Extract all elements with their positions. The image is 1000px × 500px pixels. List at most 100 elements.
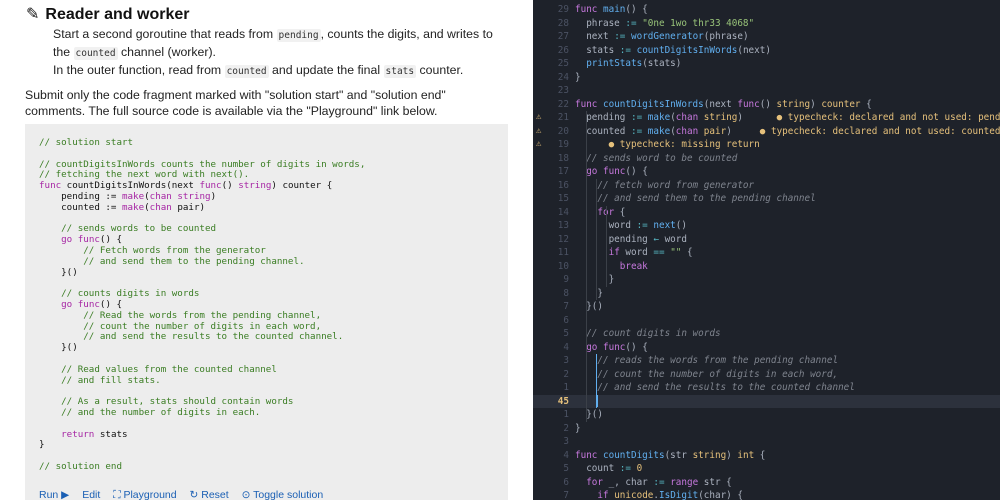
editor-line-code: } <box>575 274 615 285</box>
editor-line[interactable]: 6 for _, char := range str { <box>533 476 1000 490</box>
editor-line[interactable]: 4 func countDigits(str string) int { <box>533 449 1000 463</box>
editor-line[interactable]: 2} <box>533 422 1000 436</box>
editor-line[interactable]: 1 // and send the results to the counted… <box>533 381 1000 395</box>
template-code: // solution start // countDigitsInWords … <box>39 137 366 472</box>
editor-line[interactable]: 3 // reads the words from the pending ch… <box>533 354 1000 368</box>
editor-line-code: // and send them to the pending channel <box>597 193 816 204</box>
editor-line[interactable]: 14 for { <box>533 206 1000 220</box>
line-number: 16 <box>557 179 569 191</box>
line-number: 3 <box>563 355 569 366</box>
line-number: 4 <box>563 449 569 461</box>
editor-line[interactable]: 10 break <box>533 260 1000 274</box>
template-code-block: // solution start // countDigitsInWords … <box>25 124 508 500</box>
line-number: 11 <box>557 247 569 258</box>
line-number: 7 <box>563 301 569 312</box>
editor-line[interactable]: 25 printStats(stats) <box>533 57 1000 71</box>
line-number: 1 <box>563 382 569 393</box>
editor-line[interactable]: 22 func countDigitsInWords(next func() st… <box>533 98 1000 112</box>
submit-instructions: Submit only the code fragment marked wit… <box>25 88 446 118</box>
editor-line[interactable]: 12 pending ← word <box>533 233 1000 247</box>
editor-line-code: }() <box>575 409 603 420</box>
line-number: 14 <box>557 206 569 218</box>
indent-guide <box>606 205 607 287</box>
line-number: 5 <box>563 463 569 474</box>
editor-line[interactable]: 23 <box>533 84 1000 98</box>
editor-line[interactable]: 9 } <box>533 273 1000 287</box>
editor-line-code: for _, char := range str { <box>586 476 732 488</box>
line-number: 18 <box>557 152 569 164</box>
editor-line[interactable]: 26 stats := countDigitsInWords(next) <box>533 44 1000 58</box>
editor-line-code: // count the number of digits in each wo… <box>597 368 839 380</box>
toggle-solution-button[interactable]: ⊙ Toggle solution <box>242 489 324 500</box>
editor-line[interactable]: 7 if unicode.IsDigit(char) { <box>533 489 1000 500</box>
editor-line-code: printStats(stats) <box>586 58 682 69</box>
editor-line[interactable]: 4 go func() { <box>533 341 1000 355</box>
editor-line[interactable]: 27 next := wordGenerator(phrase) <box>533 30 1000 44</box>
line-number: 19 <box>557 139 569 150</box>
editor-line-code: word := next() <box>608 220 687 231</box>
edit-button[interactable]: Edit <box>82 489 100 500</box>
editor-line[interactable]: 3 <box>533 435 1000 449</box>
editor-line-code: func countDigits(str string) int { <box>575 449 766 461</box>
playground-link[interactable]: ⛶ Playground <box>113 489 176 500</box>
reset-button[interactable]: ↻ Reset <box>190 489 229 500</box>
editor-line[interactable]: 5 count := 0 <box>533 462 1000 476</box>
line-number: 23 <box>557 85 569 96</box>
line-number: 29 <box>557 4 569 15</box>
editor-line[interactable]: ⚠ 20 counted := make(chan pair) ● typeche… <box>533 125 1000 139</box>
editor-line-code: }() <box>575 301 603 312</box>
code-toolbar: Run ▶ Edit ⛶ Playground ↻ Reset ⊙ Toggle… <box>39 489 333 500</box>
code-editor[interactable]: 29 func main() {28 phrase := "0ne 1wo thr… <box>533 0 1000 500</box>
line-number: 4 <box>563 341 569 353</box>
lesson-heading-text: Reader and worker <box>45 6 190 23</box>
lesson-panel: ✎ Reader and worker Start a second gorout… <box>0 0 533 500</box>
editor-line[interactable]: 29 func main() { <box>533 3 1000 17</box>
editor-line-code: ● typecheck: missing return <box>608 139 760 150</box>
line-number: 2 <box>563 368 569 380</box>
line-number: 6 <box>563 476 569 488</box>
line-number: 26 <box>557 44 569 56</box>
editor-line[interactable]: 1 }() <box>533 408 1000 422</box>
line-number: 21 <box>557 112 569 123</box>
line-number: 1 <box>563 409 569 420</box>
editor-line[interactable]: 2 // count the number of digits in each … <box>533 368 1000 382</box>
editor-line[interactable]: 45 <box>533 394 1000 408</box>
line-number: 24 <box>557 71 569 83</box>
editor-line-code: pending ← word <box>575 233 687 245</box>
line-number: 22 <box>557 98 569 110</box>
line-number: 12 <box>557 233 569 245</box>
editor-line-code: phrase := "0ne 1wo thr33 4068" <box>575 17 755 29</box>
editor-line[interactable]: 16 // fetch word from generator <box>533 179 1000 193</box>
editor-line[interactable]: ⚠ 19 ● typecheck: missing return <box>533 138 1000 152</box>
editor-line[interactable]: ⚠ 21 pending := make(chan string) ● typec… <box>533 111 1000 125</box>
lesson-heading: ✎ Reader and worker <box>26 4 189 24</box>
editor-line-code: next := wordGenerator(phrase) <box>575 31 749 42</box>
editor-line[interactable]: 28 phrase := "0ne 1wo thr33 4068" <box>533 17 1000 31</box>
editor-line-code: if unicode.IsDigit(char) { <box>597 490 743 500</box>
editor-line[interactable]: 8 } <box>533 287 1000 301</box>
editor-line[interactable]: 24} <box>533 71 1000 85</box>
editor-line[interactable]: 15 // and send them to the pending chann… <box>533 192 1000 206</box>
line-number: 8 <box>563 287 569 299</box>
line-number: 28 <box>557 17 569 29</box>
editor-line-code: for { <box>597 206 626 218</box>
line-number: 25 <box>557 58 569 69</box>
editor-line[interactable]: 11 if word == "" { <box>533 246 1000 260</box>
line-number: 6 <box>563 314 569 326</box>
line-number: 2 <box>563 422 569 434</box>
editor-line-code: // fetch word from generator <box>597 179 755 191</box>
editor-line-code: func main() { <box>575 4 648 15</box>
indent-guide <box>586 111 587 422</box>
editor-line-code: } <box>575 71 581 83</box>
run-button[interactable]: Run ▶ <box>39 489 69 500</box>
editor-line[interactable]: 18 // sends word to be counted <box>533 152 1000 166</box>
editor-line[interactable]: 6 <box>533 314 1000 328</box>
line-number: 17 <box>557 166 569 177</box>
editor-line-code: // count digits in words <box>586 328 721 339</box>
line-number: 13 <box>557 220 569 231</box>
editor-line[interactable]: 17 go func() { <box>533 165 1000 179</box>
editor-line[interactable]: 7 }() <box>533 300 1000 314</box>
line-number: 3 <box>563 436 569 447</box>
editor-line[interactable]: 13 word := next() <box>533 219 1000 233</box>
editor-line[interactable]: 5 // count digits in words <box>533 327 1000 341</box>
